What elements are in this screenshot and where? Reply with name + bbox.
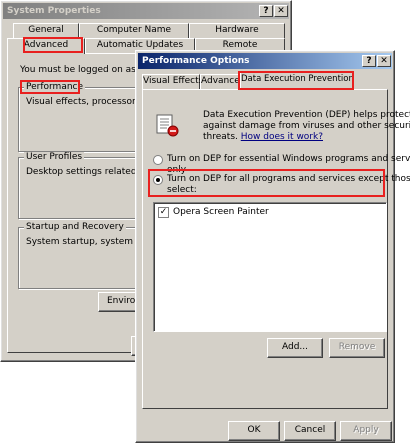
add-button[interactable]: Add... (267, 338, 323, 358)
ok-button[interactable]: OK (228, 421, 280, 441)
option-essential-line1[interactable]: Turn on DEP for essential Windows progra… (167, 154, 410, 164)
tab-computer-name[interactable]: Computer Name (79, 23, 189, 38)
highlight-performance (20, 80, 80, 94)
dep-shield-icon (155, 112, 181, 138)
dep-description-line3: threats. How does it work? (203, 132, 323, 142)
system-properties-titlebar[interactable]: System Properties (3, 3, 289, 19)
how-does-it-work-link[interactable]: How does it work? (241, 132, 323, 142)
highlight-option-all (148, 169, 385, 197)
highlight-advanced-tab (23, 37, 83, 53)
startup-recovery-label: Startup and Recovery (24, 222, 126, 232)
close-button[interactable]: ✕ (377, 55, 391, 67)
dep-tab-panel: Data Execution Prevention (DEP) helps pr… (142, 89, 410, 409)
performance-options-title: Performance Options (142, 56, 250, 66)
list-item-checkbox[interactable]: ✓ (158, 207, 169, 218)
user-profiles-label: User Profiles (24, 152, 85, 162)
remove-button[interactable]: Remove (329, 338, 385, 358)
help-button[interactable]: ? (362, 55, 376, 67)
help-button[interactable]: ? (259, 5, 273, 17)
apply-button[interactable]: Apply (340, 421, 392, 441)
performance-options-titlebar[interactable]: Performance Options (138, 53, 392, 69)
performance-options-window: Performance Options ? ✕ Visual Effects A… (135, 50, 410, 443)
tab-visual-effects[interactable]: Visual Effects (142, 74, 203, 89)
list-item-label: Opera Screen Painter (173, 207, 269, 217)
cancel-button[interactable]: Cancel (284, 421, 336, 441)
tab-hardware[interactable]: Hardware (189, 23, 285, 38)
radio-essential-only[interactable] (153, 155, 163, 165)
dep-description-line1: Data Execution Prevention (DEP) helps pr… (203, 110, 410, 120)
close-button[interactable]: ✕ (274, 5, 288, 17)
dep-exceptions-list[interactable]: ✓ Opera Screen Painter (153, 202, 387, 332)
highlight-dep-tab (238, 71, 354, 90)
system-properties-title: System Properties (7, 6, 101, 16)
dep-description-line2: against damage from viruses and other se… (203, 121, 410, 131)
tab-general[interactable]: General (13, 23, 79, 38)
